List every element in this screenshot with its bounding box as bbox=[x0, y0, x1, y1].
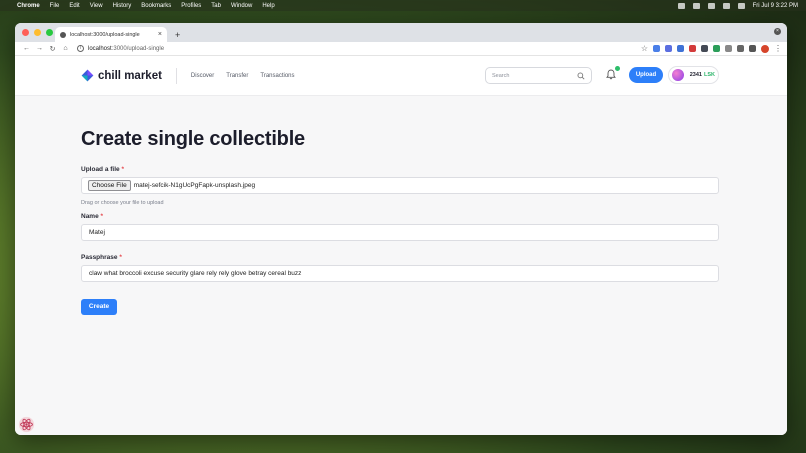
new-tab-button[interactable]: + bbox=[175, 30, 180, 40]
home-button[interactable]: ⌂ bbox=[59, 45, 72, 52]
extension-icon[interactable] bbox=[701, 45, 708, 52]
extension-icon[interactable] bbox=[725, 45, 732, 52]
wallet-unit: LSK bbox=[704, 72, 715, 78]
required-mark: * bbox=[100, 213, 104, 220]
url-path: :3000/upload-single bbox=[111, 45, 165, 52]
bell-icon[interactable] bbox=[606, 69, 616, 80]
wallet-amount: 2341 bbox=[689, 72, 702, 78]
search-input[interactable] bbox=[492, 72, 577, 79]
url-host: localhost bbox=[88, 45, 112, 52]
address-bar[interactable]: i localhost:3000/upload-single bbox=[77, 45, 641, 52]
status-icon[interactable] bbox=[677, 2, 685, 9]
notification-dot bbox=[615, 66, 620, 71]
window-controls bbox=[22, 29, 53, 36]
macos-menu-bar: Chrome File Edit View History Bookmarks … bbox=[0, 0, 806, 11]
file-input[interactable]: Choose File matej-sefcik-N1gUcPgFapk-uns… bbox=[81, 177, 719, 194]
close-tab-icon[interactable]: × bbox=[158, 31, 162, 38]
tab-title: localhost:3000/upload-single bbox=[70, 31, 140, 38]
nav-discover[interactable]: Discover bbox=[191, 73, 214, 79]
extension-icon[interactable] bbox=[653, 45, 660, 52]
info-icon[interactable]: i bbox=[77, 45, 84, 52]
bookmark-star-icon[interactable]: ☆ bbox=[641, 44, 648, 53]
choose-file-button[interactable]: Choose File bbox=[88, 180, 131, 191]
extension-icon[interactable] bbox=[677, 45, 684, 52]
minimize-window-button[interactable] bbox=[34, 29, 41, 36]
avatar bbox=[672, 69, 684, 81]
search-icon[interactable] bbox=[577, 72, 585, 80]
puzzle-icon[interactable] bbox=[737, 45, 744, 52]
menu-history[interactable]: History bbox=[113, 3, 132, 9]
browser-toolbar: ← → ↻ ⌂ i localhost:3000/upload-single ☆… bbox=[15, 42, 787, 56]
menu-tab[interactable]: Tab bbox=[211, 3, 221, 9]
reload-button[interactable]: ↻ bbox=[46, 45, 59, 53]
tab-strip: localhost:3000/upload-single × + × bbox=[15, 23, 787, 42]
status-area: Fri Jul 9 3:22 PM bbox=[677, 2, 798, 9]
filter-icon[interactable] bbox=[749, 45, 756, 52]
extensions: ☆ ⋮ bbox=[641, 44, 782, 53]
wifi-icon[interactable] bbox=[722, 2, 730, 9]
create-button[interactable]: Create bbox=[81, 298, 117, 315]
passphrase-field[interactable] bbox=[81, 265, 719, 282]
required-mark: * bbox=[121, 166, 124, 173]
menu-bookmarks[interactable]: Bookmarks bbox=[141, 3, 171, 9]
logo[interactable]: chill market bbox=[81, 69, 162, 82]
menu-help[interactable]: Help bbox=[262, 3, 274, 9]
extension-icon[interactable] bbox=[665, 45, 672, 52]
status-icon[interactable] bbox=[692, 2, 700, 9]
search-box bbox=[485, 67, 592, 84]
extension-icon[interactable] bbox=[689, 45, 696, 52]
menu-profiles[interactable]: Profiles bbox=[181, 3, 201, 9]
nav-transactions[interactable]: Transactions bbox=[260, 73, 294, 79]
passphrase-label: Passphrase * bbox=[81, 254, 122, 261]
wallet-balance[interactable]: 2341 LSK bbox=[668, 66, 719, 84]
browser-window: localhost:3000/upload-single × + × ← → ↻… bbox=[15, 23, 787, 435]
upload-button[interactable]: Upload bbox=[629, 67, 663, 83]
globe-icon bbox=[60, 31, 66, 38]
file-helper-text: Drag or choose your file to upload bbox=[81, 200, 164, 206]
zoom-window-button[interactable] bbox=[46, 29, 53, 36]
menu-file[interactable]: File bbox=[50, 3, 60, 9]
page-title: Create single collectible bbox=[81, 128, 305, 150]
nav-transfer[interactable]: Transfer bbox=[226, 73, 248, 79]
logo-icon bbox=[81, 69, 94, 82]
file-label: Upload a file * bbox=[81, 166, 124, 173]
page: chill market Discover Transfer Transacti… bbox=[15, 56, 787, 435]
menu-app-name[interactable]: Chrome bbox=[17, 3, 40, 9]
app-header: chill market Discover Transfer Transacti… bbox=[15, 56, 787, 96]
name-field[interactable] bbox=[81, 224, 719, 241]
forward-button[interactable]: → bbox=[33, 45, 46, 52]
browser-tab[interactable]: localhost:3000/upload-single × bbox=[55, 27, 167, 42]
logo-text: chill market bbox=[98, 69, 162, 82]
header-divider bbox=[175, 67, 177, 84]
close-window-button[interactable] bbox=[22, 29, 29, 36]
profile-avatar[interactable] bbox=[761, 44, 769, 53]
back-button[interactable]: ← bbox=[20, 45, 33, 52]
upload-form: Create single collectible Upload a file … bbox=[81, 128, 721, 315]
name-label: Name * bbox=[81, 213, 104, 220]
close-icon[interactable]: × bbox=[774, 28, 781, 35]
required-mark: * bbox=[119, 254, 122, 261]
clock[interactable]: Fri Jul 9 3:22 PM bbox=[753, 3, 798, 9]
menu-window[interactable]: Window bbox=[231, 3, 252, 9]
selected-file-name: matej-sefcik-N1gUcPgFapk-unsplash.jpeg bbox=[133, 182, 256, 189]
status-icon[interactable] bbox=[707, 2, 715, 9]
search-icon[interactable] bbox=[737, 2, 745, 9]
menu-edit[interactable]: Edit bbox=[69, 3, 79, 9]
menu-view[interactable]: View bbox=[90, 3, 103, 9]
react-devtools-icon[interactable] bbox=[18, 416, 35, 433]
more-menu-icon[interactable]: ⋮ bbox=[774, 44, 782, 53]
extension-icon[interactable] bbox=[713, 45, 720, 52]
